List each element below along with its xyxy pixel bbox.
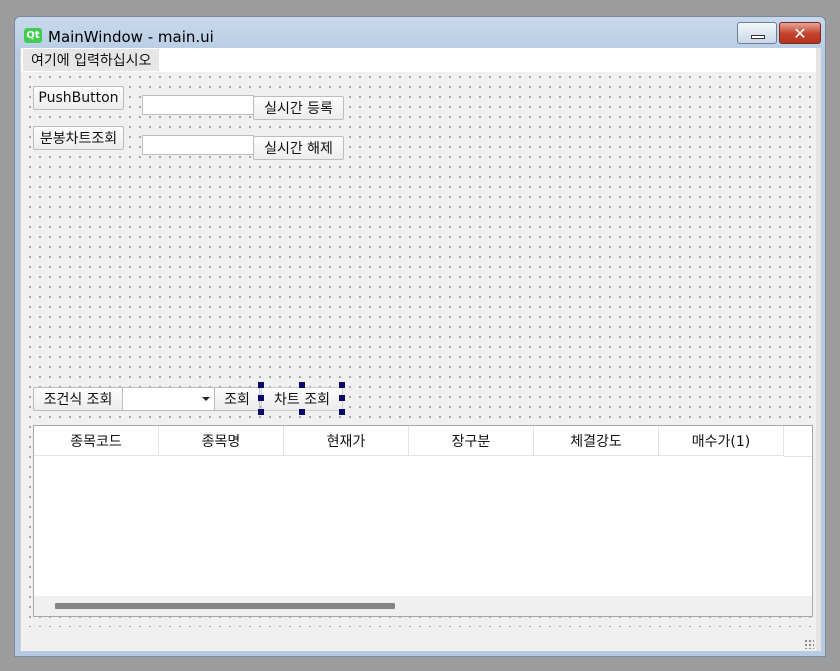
selection-handle[interactable] xyxy=(339,409,345,415)
size-grip-icon[interactable] xyxy=(804,639,814,649)
close-icon: ✕ xyxy=(793,23,807,43)
register-realtime-button[interactable]: 실시간 등록 xyxy=(253,96,344,120)
menu-bar: 여기에 입력하십시오 xyxy=(21,48,816,72)
column-header[interactable]: 체결강도 xyxy=(534,426,659,456)
column-header[interactable]: 종목명 xyxy=(159,426,284,456)
condition-combo[interactable] xyxy=(122,387,215,411)
form-canvas: 여기에 입력하십시오 PushButton 실시간 등록 분봉차트조회 실시간 … xyxy=(20,48,821,651)
selection-handle[interactable] xyxy=(299,382,305,388)
push-button[interactable]: PushButton xyxy=(33,86,124,110)
release-realtime-button[interactable]: 실시간 해제 xyxy=(253,136,344,160)
window-title: MainWindow - main.ui xyxy=(48,28,214,46)
column-header[interactable]: 매수가(1) xyxy=(659,426,784,456)
condition-query-button[interactable]: 조건식 조회 xyxy=(33,387,123,411)
canvas-edge xyxy=(816,48,821,651)
selection-handle[interactable] xyxy=(339,382,345,388)
scrollbar-thumb[interactable] xyxy=(55,603,395,609)
selection-handle[interactable] xyxy=(299,409,305,415)
selection-handle[interactable] xyxy=(339,395,345,401)
qt-logo-icon: Qt xyxy=(24,28,42,43)
stock-table[interactable]: 종목코드 종목명 현재가 장구분 체결강도 매수가(1) xyxy=(33,425,813,617)
minimize-button[interactable] xyxy=(737,22,777,44)
column-header[interactable]: 장구분 xyxy=(409,426,534,456)
menu-placeholder[interactable]: 여기에 입력하십시오 xyxy=(23,49,160,71)
header-filler xyxy=(784,426,812,457)
selection-handle[interactable] xyxy=(258,395,264,401)
table-header: 종목코드 종목명 현재가 장구분 체결강도 매수가(1) xyxy=(34,426,812,457)
query-button[interactable]: 조회 xyxy=(214,387,260,411)
selection-handle[interactable] xyxy=(258,382,264,388)
line-edit-2[interactable] xyxy=(142,135,254,155)
title-bar[interactable]: Qt MainWindow - main.ui ✕ xyxy=(15,17,825,49)
status-bar xyxy=(21,627,816,651)
column-header[interactable]: 현재가 xyxy=(284,426,409,456)
main-window: Qt MainWindow - main.ui ✕ 여기에 입력하십시오 Pus… xyxy=(14,16,826,657)
chart-query-button[interactable]: 차트 조회 xyxy=(261,387,343,411)
candle-chart-button[interactable]: 분봉차트조회 xyxy=(33,126,124,150)
horizontal-scrollbar[interactable] xyxy=(34,596,812,616)
selection-handle[interactable] xyxy=(258,409,264,415)
close-button[interactable]: ✕ xyxy=(779,22,821,44)
line-edit-1[interactable] xyxy=(142,95,254,115)
column-header[interactable]: 종목코드 xyxy=(34,426,159,456)
dropdown-arrow-icon xyxy=(202,397,210,401)
